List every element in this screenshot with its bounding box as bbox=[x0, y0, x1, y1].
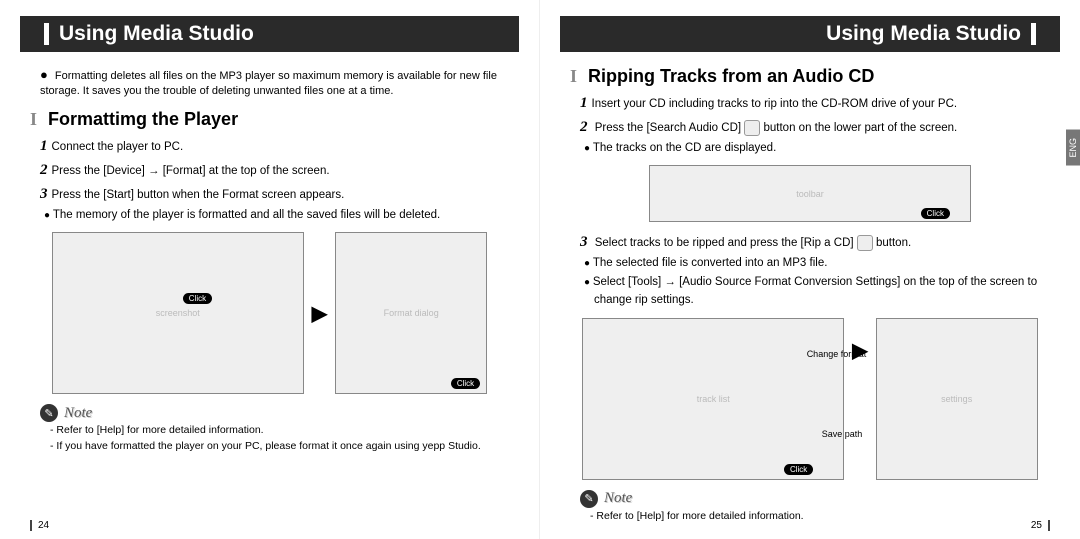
search-cd-icon bbox=[744, 120, 760, 136]
section-marker: I bbox=[30, 109, 37, 129]
step-r3-sub2: Select [Tools] → [Audio Source Format Co… bbox=[580, 273, 1040, 310]
page-number-left: 24 bbox=[30, 520, 49, 531]
note-label-right: Note bbox=[604, 490, 632, 507]
figure-row-r1: toolbar Click bbox=[570, 165, 1050, 222]
steps-left: 1Connect the player to PC. 2Press the [D… bbox=[0, 132, 539, 226]
step-2: 2Press the [Device] → [Format] at the to… bbox=[40, 158, 499, 182]
bullet-icon: ● bbox=[40, 67, 48, 82]
screenshot-media-studio: screenshot Click bbox=[52, 232, 304, 394]
note-label-left: Note bbox=[64, 405, 92, 422]
figure-row-left: screenshot Click ▶ Format dialog Click bbox=[30, 232, 509, 394]
step-r1: 1Insert your CD including tracks to rip … bbox=[580, 91, 1040, 115]
page-header-left: Using Media Studio bbox=[20, 16, 519, 52]
page-25: Using Media Studio ENG I Ripping Tracks … bbox=[540, 0, 1080, 539]
note-1-right: Refer to [Help] for more detailed inform… bbox=[540, 508, 1080, 524]
caption-save-path: Save path bbox=[822, 429, 863, 439]
header-title-left: Using Media Studio bbox=[59, 22, 254, 46]
click-badge-r2: Click bbox=[784, 464, 813, 475]
click-badge-2: Click bbox=[451, 378, 480, 389]
step-r3-sub1: The selected file is converted into an M… bbox=[580, 254, 1040, 272]
intro-paragraph: ● Formatting deletes all files on the MP… bbox=[0, 60, 539, 103]
step-1: 1Connect the player to PC. bbox=[40, 134, 499, 158]
step-3-sub: The memory of the player is formatted an… bbox=[40, 206, 499, 224]
click-badge-r1: Click bbox=[921, 208, 950, 219]
arrow-icon: ▶ bbox=[312, 301, 327, 326]
screenshot-search-cd: toolbar Click bbox=[649, 165, 971, 222]
section-marker-r: I bbox=[570, 66, 577, 86]
page-number-right: 25 bbox=[1031, 520, 1050, 531]
screenshot-rip-settings: settings Change format Save path bbox=[876, 318, 1038, 480]
step-r2-sub: The tracks on the CD are displayed. bbox=[580, 139, 1040, 157]
page-24: Using Media Studio ● Formatting deletes … bbox=[0, 0, 540, 539]
screenshot-format-dialog: Format dialog Click bbox=[335, 232, 487, 394]
steps-right: 1Insert your CD including tracks to rip … bbox=[540, 89, 1080, 159]
manual-spread: Using Media Studio ● Formatting deletes … bbox=[0, 0, 1080, 539]
step-r3: 3 Select tracks to be ripped and press t… bbox=[580, 230, 1040, 254]
step-r2: 2 Press the [Search Audio CD] button on … bbox=[580, 115, 1040, 139]
steps-right-2: 3 Select tracks to be ripped and press t… bbox=[540, 228, 1080, 311]
note-1-left: Refer to [Help] for more detailed inform… bbox=[0, 422, 539, 438]
header-title-right: Using Media Studio bbox=[826, 22, 1021, 46]
step-3: 3Press the [Start] button when the Forma… bbox=[40, 182, 499, 206]
note-row-left: ✎ Note bbox=[0, 400, 539, 422]
rip-cd-icon bbox=[857, 235, 873, 251]
header-tick-r bbox=[1031, 23, 1036, 45]
section-title-formatting: I Formattimg the Player bbox=[0, 103, 539, 132]
click-badge-1: Click bbox=[183, 293, 212, 304]
caption-change-format: Change format bbox=[807, 349, 867, 359]
page-header-right: Using Media Studio bbox=[560, 16, 1060, 52]
screenshot-ripping-tool: track list Click bbox=[582, 318, 844, 480]
note-row-right: ✎ Note bbox=[540, 486, 1080, 508]
language-tab: ENG bbox=[1066, 130, 1080, 166]
note-2-left: If you have formatted the player on your… bbox=[0, 438, 539, 454]
note-icon-r: ✎ bbox=[580, 490, 598, 508]
section-title-ripping: I Ripping Tracks from an Audio CD bbox=[540, 60, 1080, 89]
header-tick bbox=[44, 23, 49, 45]
intro-text: Formatting deletes all files on the MP3 … bbox=[40, 70, 497, 97]
figure-row-r2: track list Click ▶ settings Change forma… bbox=[570, 318, 1050, 480]
section-title-text: Formattimg the Player bbox=[48, 109, 238, 129]
note-icon: ✎ bbox=[40, 404, 58, 422]
section-title-text-r: Ripping Tracks from an Audio CD bbox=[588, 66, 874, 86]
